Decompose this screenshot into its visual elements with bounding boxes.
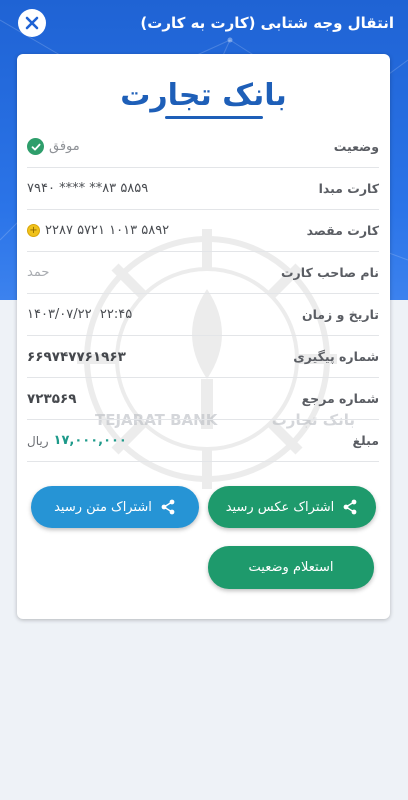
close-button[interactable] bbox=[18, 9, 46, 37]
close-icon bbox=[25, 16, 39, 30]
share-text-button[interactable]: اشتراک متن رسید bbox=[31, 486, 199, 528]
tracking-number-label: شماره پیگیری bbox=[293, 349, 379, 364]
status-inquiry-button[interactable]: استعلام وضعیت bbox=[208, 546, 374, 589]
currency-unit: ریال bbox=[27, 433, 49, 448]
check-icon bbox=[27, 138, 44, 155]
source-card-value: ۵۸۵۹ ۸۳** **** ۷۹۴۰ bbox=[27, 181, 149, 196]
status-value: موفق bbox=[27, 138, 80, 155]
reference-number-label: شماره مرجع bbox=[301, 391, 379, 406]
row-status: موفق وضعیت bbox=[27, 126, 379, 168]
bank-logo: بانک تجارت bbox=[120, 78, 288, 113]
datetime-label: تاریخ و زمان bbox=[301, 307, 379, 322]
row-tracking-number: ۶۶۹۷۴۷۷۶۱۹۶۳ شماره پیگیری bbox=[27, 336, 379, 378]
card-holder-value: حمد bbox=[27, 265, 50, 280]
share-image-button[interactable]: اشتراک عکس رسید bbox=[208, 486, 376, 528]
row-destination-card: + ۵۸۹۲ ۱۰۱۳ ۵۷۲۱ ۲۲۸۷ کارت مقصد bbox=[27, 210, 379, 252]
row-datetime: ۱۴۰۳/۰۷/۲۲ ۲۲:۴۵ تاریخ و زمان bbox=[27, 294, 379, 336]
amount-number: ۱۷,۰۰۰,۰۰۰ bbox=[53, 433, 127, 448]
datetime-value: ۱۴۰۳/۰۷/۲۲ ۲۲:۴۵ bbox=[27, 307, 133, 322]
source-card-label: کارت مبدا bbox=[318, 181, 379, 196]
receipt-card: TEJARAT BANK بانک تجارت بانک تجارت موفق … bbox=[17, 54, 390, 619]
card-holder-label: نام صاحب کارت bbox=[281, 265, 379, 280]
coin-icon[interactable]: + bbox=[27, 224, 40, 237]
amount-label: مبلغ bbox=[352, 433, 379, 448]
row-reference-number: ۷۲۳۵۶۹ شماره مرجع bbox=[27, 378, 379, 420]
destination-card-value: + ۵۸۹۲ ۱۰۱۳ ۵۷۲۱ ۲۲۸۷ bbox=[27, 223, 169, 238]
status-label: وضعیت bbox=[333, 139, 379, 154]
tracking-number-value: ۶۶۹۷۴۷۷۶۱۹۶۳ bbox=[27, 348, 126, 365]
share-icon bbox=[343, 499, 357, 515]
row-card-holder: حمد نام صاحب کارت bbox=[27, 252, 379, 294]
row-source-card: ۵۸۵۹ ۸۳** **** ۷۹۴۰ کارت مبدا bbox=[27, 168, 379, 210]
share-icon bbox=[161, 499, 175, 515]
amount-value: ریال ۱۷,۰۰۰,۰۰۰ bbox=[27, 433, 127, 448]
reference-number-value: ۷۲۳۵۶۹ bbox=[27, 390, 77, 407]
row-amount: ریال ۱۷,۰۰۰,۰۰۰ مبلغ bbox=[27, 420, 379, 462]
top-bar: انتقال وجه شتابی (کارت به کارت) bbox=[0, 0, 408, 46]
logo-underline bbox=[165, 116, 263, 119]
page-title: انتقال وجه شتابی (کارت به کارت) bbox=[140, 14, 394, 32]
destination-card-label: کارت مقصد bbox=[306, 223, 379, 238]
